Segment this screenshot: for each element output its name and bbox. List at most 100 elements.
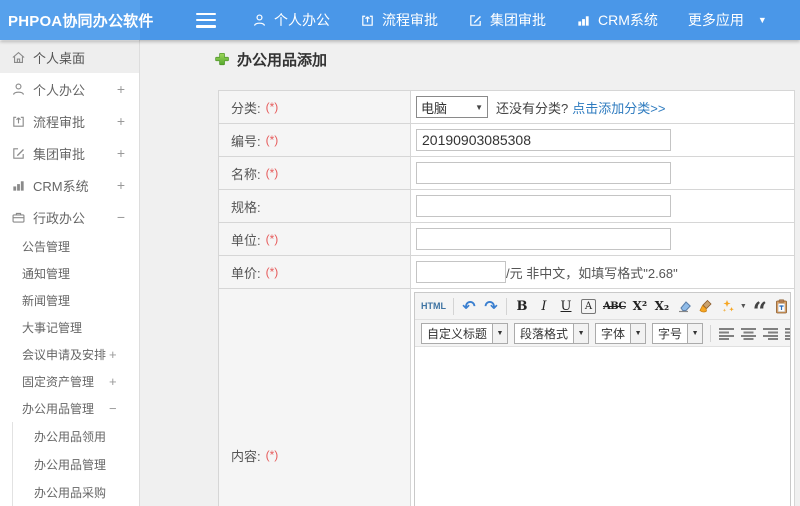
align-left-button[interactable]	[716, 322, 736, 344]
field-label: 单位: (*)	[219, 223, 411, 255]
paste-text-button[interactable]	[772, 295, 790, 317]
select-label: 段落格式	[520, 326, 569, 341]
required-mark: (*)	[265, 265, 279, 279]
sidebar: 个人桌面 个人办公 + 流程审批 + 集团审批 + CRM系统 + 行政办公 −	[0, 40, 140, 506]
expand-plus-icon[interactable]: +	[117, 81, 125, 97]
collapse-minus-icon[interactable]: −	[109, 401, 117, 416]
align-center-button[interactable]	[738, 322, 758, 344]
expand-plus-icon[interactable]: +	[109, 374, 117, 389]
field-value: HTML ↶ ↷ B I U A ABC X² X₂ ▼ “ 自定义标题 ▼ 段…	[411, 289, 794, 506]
sidebar-item-supplies-claim[interactable]: 办公用品领用	[13, 422, 139, 450]
required-mark: (*)	[265, 133, 279, 147]
sidebar-item-crm-system[interactable]: CRM系统 +	[0, 169, 139, 201]
remove-format-button[interactable]	[674, 295, 694, 317]
font-family-select[interactable]: 字体 ▼	[595, 322, 647, 344]
align-right-button[interactable]	[760, 322, 780, 344]
rich-text-editor: HTML ↶ ↷ B I U A ABC X² X₂ ▼ “ 自定义标题 ▼ 段…	[414, 292, 791, 506]
page-title: 办公用品添加	[237, 52, 328, 69]
auto-typeset-button[interactable]	[718, 295, 738, 317]
nav-more-apps[interactable]: 更多应用 ▼	[688, 10, 767, 30]
sidebar-item-announcement-mgmt[interactable]: 公告管理	[0, 233, 139, 260]
code-input[interactable]	[416, 129, 671, 151]
logo-block[interactable]: PHPOA协同办公软件	[0, 0, 153, 40]
font-style-button[interactable]: A	[581, 298, 596, 314]
caret-down-icon[interactable]: ▼	[740, 303, 747, 310]
price-input[interactable]	[416, 261, 506, 283]
underline-button[interactable]: U	[556, 295, 576, 317]
strikethrough-button[interactable]: ABC	[601, 295, 628, 317]
required-mark: (*)	[265, 448, 279, 462]
redo-button[interactable]: ↷	[481, 295, 501, 317]
price-format-note: /元 非中文，如填写格式"2.68"	[506, 265, 678, 281]
html-source-button[interactable]: HTML	[419, 295, 448, 317]
nav-workflow-approval[interactable]: 流程审批	[360, 10, 438, 30]
sidebar-item-personal-office[interactable]: 个人办公 +	[0, 73, 139, 105]
sidebar-item-label: 集团审批	[33, 146, 86, 162]
sidebar-item-fixed-assets-mgmt[interactable]: 固定资产管理 +	[0, 368, 139, 395]
sidebar-item-workflow-approval[interactable]: 流程审批 +	[0, 105, 139, 137]
category-select[interactable]: 电脑 ▼	[416, 96, 488, 118]
sidebar-item-supplies-manage[interactable]: 办公用品管理	[13, 450, 139, 478]
sidebar-item-meeting-request[interactable]: 会议申请及安排 +	[0, 341, 139, 368]
editor-toolbar-row-1: HTML ↶ ↷ B I U A ABC X² X₂ ▼ “	[415, 293, 790, 320]
field-label: 内容: (*)	[219, 289, 411, 506]
label-text: 分类:	[231, 100, 261, 116]
sidebar-item-label: 通知管理	[22, 267, 71, 281]
field-value	[411, 190, 794, 222]
unit-input[interactable]	[416, 228, 671, 250]
sidebar-item-news-mgmt[interactable]: 新闻管理	[0, 287, 139, 314]
name-input[interactable]	[416, 162, 671, 184]
app-logo: PHPOA协同办公软件	[8, 12, 154, 30]
undo-button[interactable]: ↶	[459, 295, 479, 317]
required-mark: (*)	[265, 100, 279, 114]
selected-option: 电脑	[421, 100, 448, 116]
nav-crm-system[interactable]: CRM系统	[576, 10, 658, 30]
nav-label: 更多应用	[687, 12, 744, 28]
align-justify-button[interactable]	[782, 322, 790, 344]
select-label: 自定义标题	[427, 326, 488, 341]
sidebar-item-supplies-purchase[interactable]: 办公用品采购	[13, 478, 139, 506]
toolbar-divider	[506, 297, 507, 315]
clean-format-button[interactable]	[696, 295, 716, 317]
sidebar-item-admin-office[interactable]: 行政办公 −	[0, 201, 139, 233]
italic-button[interactable]: I	[534, 295, 554, 317]
sidebar-item-group-approval[interactable]: 集团审批 +	[0, 137, 139, 169]
hamburger-menu-icon[interactable]	[196, 12, 216, 28]
sidebar-item-personal-desktop[interactable]: 个人桌面	[0, 41, 139, 73]
font-size-select[interactable]: 字号 ▼	[652, 322, 704, 344]
expand-plus-icon[interactable]: +	[117, 177, 125, 193]
add-category-link[interactable]: 点击添加分类>>	[572, 98, 665, 117]
briefcase-icon	[10, 209, 26, 225]
expand-plus-icon[interactable]: +	[109, 347, 117, 362]
field-label: 规格:	[219, 190, 411, 222]
category-hint: 还没有分类?	[496, 100, 569, 116]
paragraph-format-select[interactable]: 段落格式 ▼	[514, 322, 590, 344]
expand-plus-icon[interactable]: +	[117, 113, 125, 129]
sidebar-item-notice-mgmt[interactable]: 通知管理	[0, 260, 139, 287]
custom-heading-select[interactable]: 自定义标题 ▼	[421, 322, 509, 344]
editor-content-area[interactable]	[415, 347, 790, 506]
edit-approval-icon	[470, 14, 481, 26]
expand-plus-icon[interactable]: +	[117, 145, 125, 161]
field-label: 名称: (*)	[219, 157, 411, 189]
align-center-icon	[740, 327, 756, 340]
top-navigation: 个人办公 流程审批 集团审批 CRM系统 更多应用 ▼	[252, 10, 767, 30]
superscript-button[interactable]: X²	[630, 295, 650, 317]
blockquote-button[interactable]: “	[750, 295, 770, 319]
bold-button[interactable]: B	[512, 295, 532, 317]
sidebar-item-office-supplies-mgmt[interactable]: 办公用品管理 −	[0, 395, 139, 422]
nav-label: CRM系统	[598, 12, 658, 28]
spec-input[interactable]	[416, 195, 671, 217]
align-justify-icon	[784, 327, 790, 340]
field-label: 分类: (*)	[219, 91, 411, 123]
sidebar-item-label: 办公用品领用	[34, 429, 107, 444]
subscript-button[interactable]: X₂	[652, 295, 672, 317]
align-left-icon	[718, 327, 734, 340]
sidebar-item-label: 固定资产管理	[22, 375, 95, 389]
nav-group-approval[interactable]: 集团审批	[468, 10, 546, 30]
sidebar-item-events-mgmt[interactable]: 大事记管理	[0, 314, 139, 341]
sidebar-item-label: 大事记管理	[22, 321, 83, 335]
collapse-minus-icon[interactable]: −	[117, 209, 125, 225]
nav-personal-office[interactable]: 个人办公	[252, 10, 330, 30]
field-value: 电脑 ▼ 还没有分类? 点击添加分类>>	[411, 91, 794, 123]
